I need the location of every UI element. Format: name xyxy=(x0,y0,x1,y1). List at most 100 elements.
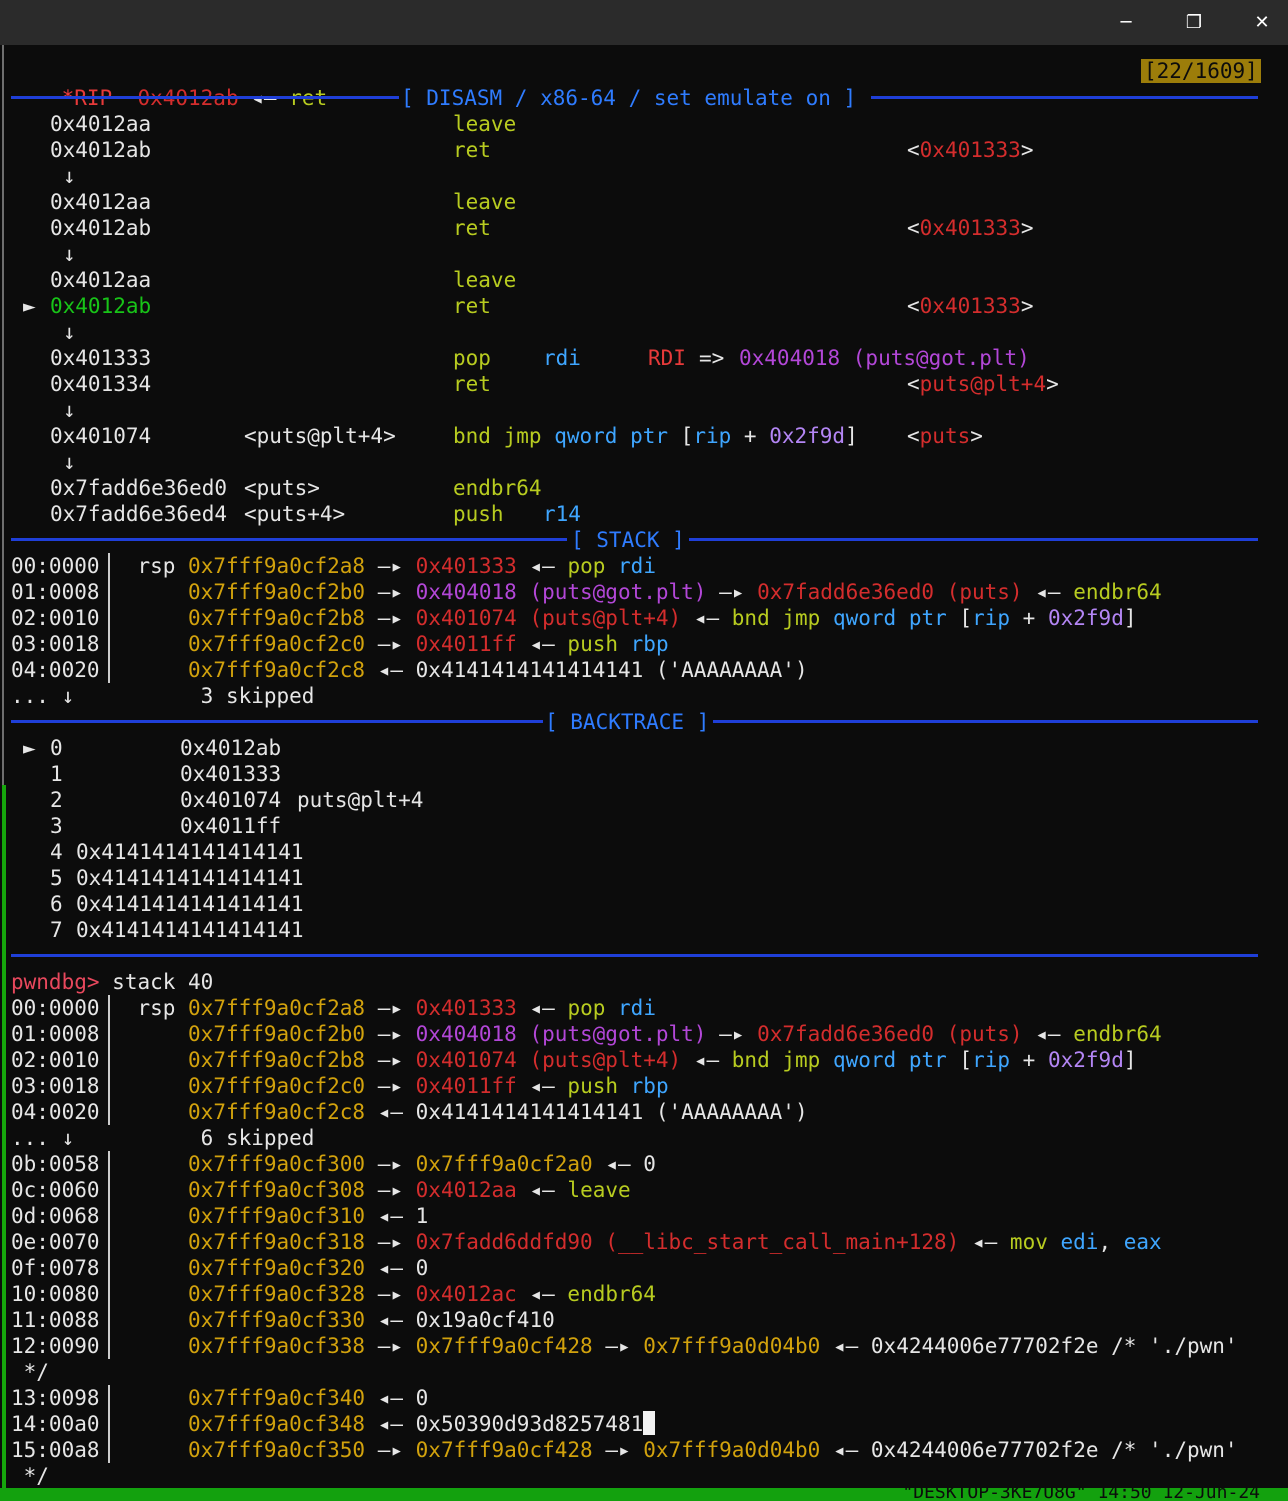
disasm-address: 0x401333 xyxy=(50,346,152,370)
close-icon[interactable]: ✕ xyxy=(1228,0,1288,45)
frame-address: 0x4012ab xyxy=(180,736,282,760)
disasm-address: 0x7fadd6e36ed0 xyxy=(50,476,228,500)
prompt-label: pwndbg> xyxy=(11,970,100,994)
command-text: stack 40 xyxy=(112,970,214,994)
disasm-address: 0x4012ab xyxy=(50,294,152,318)
stack-skipped: ... ↓ 6 skipped xyxy=(11,1126,315,1150)
flow-arrow-icon: ↓ xyxy=(63,450,76,474)
restore-icon[interactable]: ❐ xyxy=(1160,0,1228,45)
separator-line xyxy=(11,538,567,541)
disasm-mnemonic: ret xyxy=(453,138,491,162)
flow-arrow-icon: ↓ xyxy=(63,320,76,344)
frame-index: 2 xyxy=(50,788,63,812)
text-cursor xyxy=(643,1411,656,1435)
current-frame-marker: ► xyxy=(23,736,36,760)
frame-index: 7 xyxy=(50,918,63,942)
window-titlebar: ─ ❐ ✕ xyxy=(0,0,1288,45)
stack-row: 11:0088 0x7fff9a0cf330 ◂— 0x19a0cf410 xyxy=(11,1308,555,1332)
rip-line: *RIP 0x4012ab ◂— ret xyxy=(11,59,328,110)
stack-row: 0c:0060 0x7fff9a0cf308 —▸ 0x4012aa ◂— le… xyxy=(11,1178,631,1202)
disasm-address: 0x4012ab xyxy=(50,216,152,240)
stack-row: 02:0010 0x7fff9a0cf2b8 —▸ 0x401074 (puts… xyxy=(11,606,1137,630)
stack-row-wrap: */ xyxy=(11,1360,49,1384)
disasm-mnemonic: bnd jmp qword ptr [rip + 0x2f9d] xyxy=(453,424,858,448)
register-comment-op: => xyxy=(699,346,725,370)
separator-line xyxy=(871,96,1258,99)
stack-row-wrap: */ xyxy=(11,1464,49,1488)
flow-arrow-icon: ↓ xyxy=(63,398,76,422)
stack-row: 01:0008 0x7fff9a0cf2b0 —▸ 0x404018 (puts… xyxy=(11,1022,1162,1046)
disasm-address: 0x7fadd6e36ed4 xyxy=(50,502,228,526)
separator-line xyxy=(689,538,1258,541)
disasm-operand: rdi xyxy=(543,346,581,370)
frame-address: 0x4141414141414141 xyxy=(76,918,304,942)
stack-row: 01:0008 0x7fff9a0cf2b0 —▸ 0x404018 (puts… xyxy=(11,580,1162,604)
stack-row: 0b:0058 0x7fff9a0cf300 —▸ 0x7fff9a0cf2a0… xyxy=(11,1152,656,1176)
minimize-icon[interactable]: ─ xyxy=(1092,0,1160,45)
frame-address: 0x4141414141414141 xyxy=(76,892,304,916)
disasm-address: 0x4012ab xyxy=(50,138,152,162)
frame-address: 0x4141414141414141 xyxy=(76,866,304,890)
separator-line xyxy=(11,720,543,723)
register-comment: RDI xyxy=(648,346,686,370)
terminal-output[interactable]: *RIP 0x4012ab ◂— ret [22/1609] [ DISASM … xyxy=(0,45,1288,1493)
disasm-target: <puts@plt+4> xyxy=(907,372,1059,396)
stack-row: 04:0020 0x7fff9a0cf2c8 ◂— 0x414141414141… xyxy=(11,1100,808,1124)
scroll-gutter xyxy=(2,45,4,785)
stack-row: 15:00a8 0x7fff9a0cf350 —▸ 0x7fff9a0cf428… xyxy=(11,1438,1238,1462)
disasm-symbol: <puts+4> xyxy=(244,502,346,526)
disasm-mnemonic: leave xyxy=(453,112,517,136)
frame-index: 4 xyxy=(50,840,63,864)
history-counter: [22/1609] xyxy=(1141,59,1261,83)
disasm-operand: r14 xyxy=(543,502,581,526)
stack-row: 12:0090 0x7fff9a0cf338 —▸ 0x7fff9a0cf428… xyxy=(11,1334,1238,1358)
disasm-symbol: <puts@plt+4> xyxy=(244,424,396,448)
command-line[interactable]: pwndbg> stack 40 xyxy=(11,969,213,995)
frame-address: 0x4011ff xyxy=(180,814,282,838)
stack-row: 03:0018 0x7fff9a0cf2c0 —▸ 0x4011ff ◂— pu… xyxy=(11,632,669,656)
flow-arrow-icon: ↓ xyxy=(63,164,76,188)
disasm-address: 0x401334 xyxy=(50,372,152,396)
frame-address: 0x401074 xyxy=(180,788,282,812)
register-comment-value: 0x404018 (puts@got.plt) xyxy=(739,346,1030,370)
disasm-mnemonic: endbr64 xyxy=(453,476,542,500)
stack-row: 02:0010 0x7fff9a0cf2b8 —▸ 0x401074 (puts… xyxy=(11,1048,1137,1072)
stack-row: 0e:0070 0x7fff9a0cf318 —▸ 0x7fadd6ddfd90… xyxy=(11,1230,1162,1254)
separator-line xyxy=(11,96,399,99)
stack-row: 00:0000 rsp 0x7fff9a0cf2a8 —▸ 0x401333 ◂… xyxy=(11,554,656,578)
stack-row: 0d:0068 0x7fff9a0cf310 ◂— 1 xyxy=(11,1204,429,1228)
stack-row: 14:00a0 0x7fff9a0cf348 ◂— 0x50390d93d825… xyxy=(11,1411,656,1437)
stack-row: 00:0000 rsp 0x7fff9a0cf2a8 —▸ 0x401333 ◂… xyxy=(11,996,656,1020)
frame-address: 0x401333 xyxy=(180,762,282,786)
frame-address: 0x4141414141414141 xyxy=(76,840,304,864)
stack-row: 10:0080 0x7fff9a0cf328 —▸ 0x4012ac ◂— en… xyxy=(11,1282,656,1306)
disasm-mnemonic: leave xyxy=(453,190,517,214)
scroll-gutter-active xyxy=(2,785,6,1493)
disasm-mnemonic: ret xyxy=(453,372,491,396)
frame-index: 5 xyxy=(50,866,63,890)
tmux-status-bar: "DESKTOP-3KE7U8G" 14:50 12-Jun-24 xyxy=(0,1488,1288,1501)
disasm-address: 0x4012aa xyxy=(50,190,152,214)
disasm-target: <0x401333> xyxy=(907,294,1034,318)
current-instruction-marker: ► xyxy=(23,294,36,318)
stack-header: [ STACK ] xyxy=(571,528,685,552)
disasm-mnemonic: push xyxy=(453,502,504,526)
disasm-address: 0x4012aa xyxy=(50,112,152,136)
disasm-target: <puts> xyxy=(907,424,983,448)
disasm-mnemonic: leave xyxy=(453,268,517,292)
disasm-mnemonic: pop xyxy=(453,346,491,370)
disasm-symbol: <puts> xyxy=(244,476,320,500)
disasm-target: <0x401333> xyxy=(907,216,1034,240)
disasm-target: <0x401333> xyxy=(907,138,1034,162)
stack-row: 04:0020 0x7fff9a0cf2c8 ◂— 0x414141414141… xyxy=(11,658,808,682)
status-text: "DESKTOP-3KE7U8G" 14:50 12-Jun-24 xyxy=(902,1488,1260,1501)
disasm-address: 0x4012aa xyxy=(50,268,152,292)
disasm-header: [ DISASM / x86-64 / set emulate on ] xyxy=(401,86,857,110)
separator-line xyxy=(11,954,1258,957)
stack-skipped: ... ↓ 3 skipped xyxy=(11,684,315,708)
disasm-mnemonic: ret xyxy=(453,216,491,240)
backtrace-header: [ BACKTRACE ] xyxy=(545,710,710,734)
flow-arrow-icon: ↓ xyxy=(63,242,76,266)
stack-row: 13:0098 0x7fff9a0cf340 ◂— 0 xyxy=(11,1386,429,1410)
disasm-address: 0x401074 xyxy=(50,424,152,448)
